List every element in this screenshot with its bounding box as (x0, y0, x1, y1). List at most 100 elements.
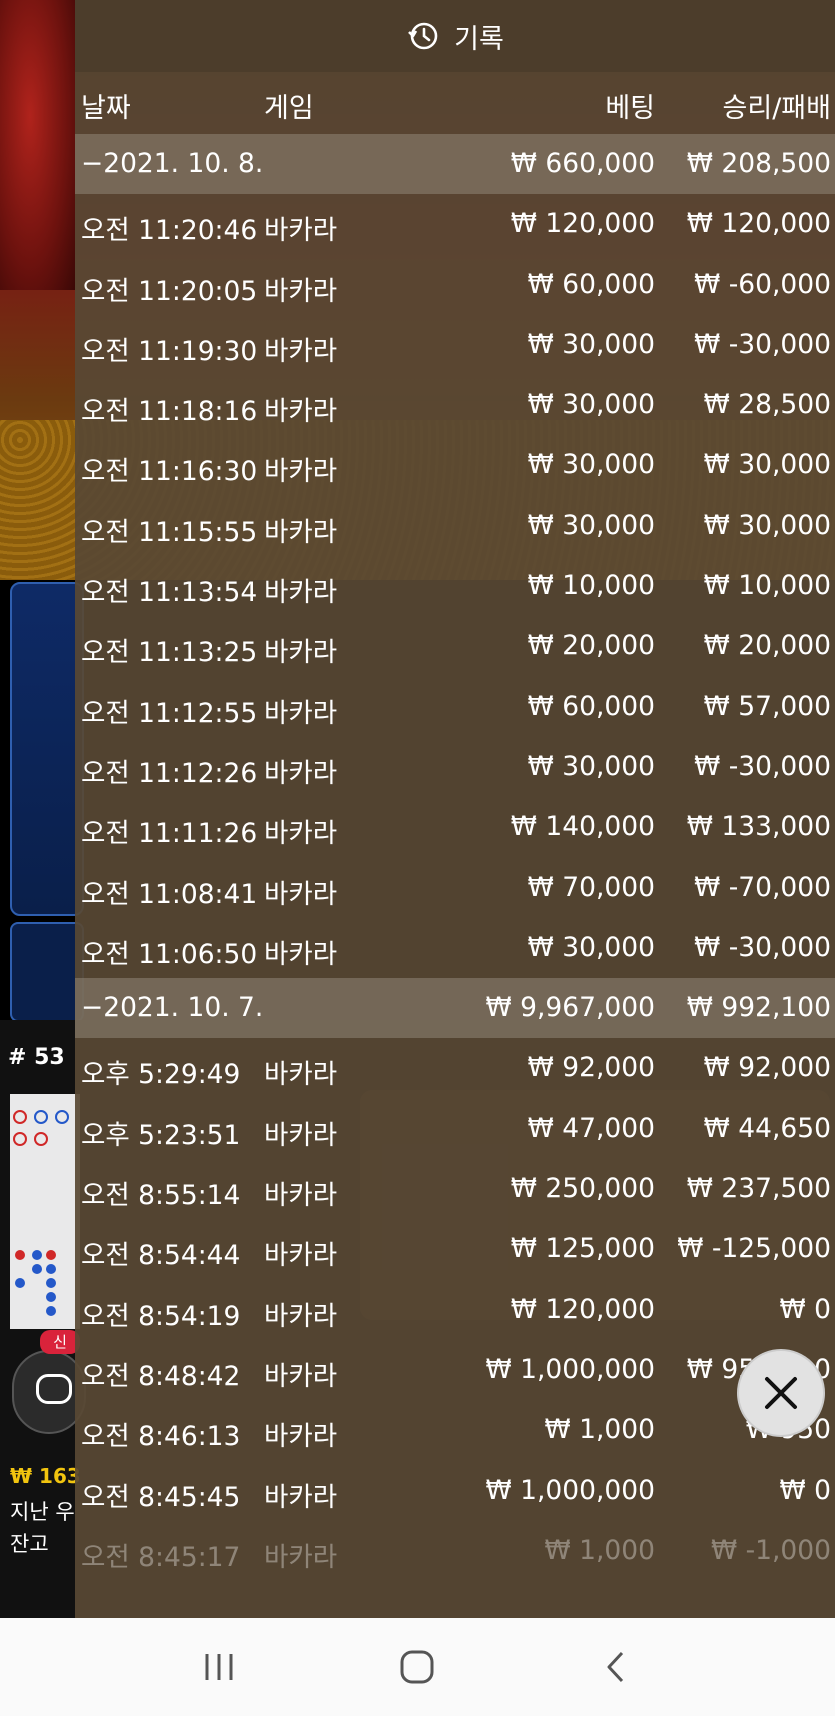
row-date: −2021. 10. 8. (81, 148, 264, 179)
row-game: 바카라 (264, 637, 338, 669)
dealer-video (0, 0, 75, 290)
row-bet: ₩ 9,967,000 (485, 992, 656, 1024)
row-bet: ₩ 140,000 (510, 811, 655, 843)
history-row: 오후 5:29:49 바카라 ₩ 92,000 ₩ 92,000 (75, 1038, 835, 1098)
row-date: 오전 11:18:16 (81, 396, 258, 428)
row-bet: ₩ 120,000 (510, 208, 655, 240)
row-game: 바카라 (264, 697, 338, 729)
row-bet: ₩ 1,000 (544, 1414, 656, 1446)
row-game: 바카라 (264, 335, 338, 367)
row-win: ₩ 30,000 (703, 509, 831, 541)
row-date: 오전 11:13:54 (81, 577, 258, 609)
row-date: 오전 11:12:26 (81, 757, 258, 789)
back-icon (607, 1651, 623, 1683)
row-game: 바카라 (264, 757, 338, 789)
history-row: 오전 11:19:30 바카라 ₩ 30,000 ₩ -30,000 (75, 315, 835, 375)
row-bet: ₩ 1,000,000 (485, 1353, 656, 1385)
row-win: ₩ 237,500 (686, 1173, 831, 1205)
history-list[interactable]: −2021. 10. 8. ₩ 660,000 ₩ 208,500 오전 11:20:… (75, 134, 835, 1581)
row-game: 바카라 (264, 1360, 338, 1392)
row-win: ₩ 0 (779, 1474, 832, 1506)
history-row: 오전 11:06:50 바카라 ₩ 30,000 ₩ -30,000 (75, 918, 835, 978)
close-button[interactable] (737, 1349, 825, 1437)
remain-label: 잔고 (10, 1532, 49, 1556)
row-date: 오전 11:06:50 (81, 938, 258, 970)
row-bet: ₩ 125,000 (510, 1233, 655, 1265)
row-date: −2021. 10. 7. (81, 992, 264, 1024)
balance-amount: ₩ 163 (10, 1464, 81, 1488)
history-row: 오전 11:12:26 바카라 ₩ 30,000 ₩ -30,000 (75, 737, 835, 797)
row-bet: ₩ 60,000 (527, 690, 655, 722)
row-date: 오전 8:46:13 (81, 1421, 241, 1453)
row-game: 바카라 (264, 938, 338, 970)
row-date: 오전 11:19:30 (81, 335, 258, 367)
row-game: 바카라 (264, 1421, 338, 1453)
row-bet: ₩ 30,000 (527, 750, 655, 782)
row-game: 바카라 (264, 1240, 338, 1272)
history-row: 오전 11:11:26 바카라 ₩ 140,000 ₩ 133,000 (75, 797, 835, 857)
row-date: 오전 11:16:30 (81, 456, 258, 488)
history-row: 오전 8:54:44 바카라 ₩ 125,000 ₩ -125,000 (75, 1219, 835, 1279)
row-bet: ₩ 70,000 (527, 871, 655, 903)
history-title: 기록 (454, 23, 504, 55)
player-bet-area[interactable] (10, 582, 84, 916)
row-game: 바카라 (264, 1119, 338, 1151)
row-game: 바카라 (264, 396, 338, 428)
row-date: 오전 8:55:14 (81, 1180, 241, 1212)
row-game: 바카라 (264, 818, 338, 850)
history-row: 오전 11:20:46 바카라 ₩ 120,000 ₩ 120,000 (75, 194, 835, 254)
row-date: 오전 11:12:55 (81, 697, 258, 729)
row-date: 오전 8:45:17 (81, 1541, 241, 1573)
date-group-row[interactable]: −2021. 10. 7. ₩ 9,967,000 ₩ 992,100 (75, 978, 835, 1039)
row-game: 바카라 (264, 456, 338, 488)
close-icon (765, 1377, 797, 1409)
history-row: 오전 11:16:30 바카라 ₩ 30,000 ₩ 30,000 (75, 435, 835, 495)
row-win: ₩ 208,500 (686, 148, 831, 179)
last-label: 지난 우 (10, 1500, 75, 1524)
row-win: ₩ 0 (779, 1293, 832, 1325)
row-win: ₩ -125,000 (677, 1233, 831, 1265)
row-bet: ₩ 250,000 (510, 1173, 655, 1205)
back-button[interactable] (586, 1637, 646, 1697)
chip-icon (36, 1374, 72, 1404)
bet-area-secondary[interactable] (10, 922, 84, 1022)
history-row: 오전 11:15:55 바카라 ₩ 30,000 ₩ 30,000 (75, 496, 835, 556)
column-bet: 베팅 (605, 93, 655, 124)
row-date: 오전 8:48:42 (81, 1360, 241, 1392)
row-game: 바카라 (264, 1180, 338, 1212)
column-date: 날짜 (81, 93, 131, 124)
row-win: ₩ 30,000 (703, 449, 831, 481)
home-button[interactable] (387, 1637, 447, 1697)
row-date: 오전 11:08:41 (81, 878, 258, 910)
row-date: 오전 8:54:44 (81, 1240, 241, 1272)
home-icon (400, 1650, 434, 1684)
row-game: 바카라 (264, 1059, 338, 1091)
row-game: 바카라 (264, 1541, 338, 1573)
history-icon (408, 22, 438, 50)
history-row: 오전 11:13:25 바카라 ₩ 20,000 ₩ 20,000 (75, 616, 835, 676)
row-bet: ₩ 92,000 (527, 1052, 655, 1084)
row-bet: ₩ 120,000 (510, 1293, 655, 1325)
row-bet: ₩ 1,000 (544, 1534, 656, 1566)
recent-apps-button[interactable] (189, 1637, 249, 1697)
row-win: ₩ 10,000 (703, 570, 831, 602)
history-row: 오전 8:48:42바카라₩ 1,000,000₩ 950,000 (75, 1340, 835, 1400)
row-game: 바카라 (264, 215, 338, 247)
row-date: 오전 11:20:05 (81, 275, 258, 307)
row-win: ₩ 44,650 (703, 1112, 831, 1144)
new-badge: 신 (40, 1330, 80, 1354)
row-date: 오전 11:13:25 (81, 637, 258, 669)
row-win: ₩ 20,000 (703, 630, 831, 662)
column-header: 날짜 게임 베팅 승리/패배 (75, 72, 835, 134)
history-row: 오전 11:18:16 바카라 ₩ 30,000 ₩ 28,500 (75, 375, 835, 435)
row-game: 바카라 (264, 878, 338, 910)
history-row: 오전 8:55:14 바카라 ₩ 250,000 ₩ 237,500 (75, 1159, 835, 1219)
row-bet: ₩ 1,000,000 (485, 1474, 656, 1506)
row-bet: ₩ 60,000 (527, 268, 655, 300)
date-group-row[interactable]: −2021. 10. 8. ₩ 660,000 ₩ 208,500 (75, 134, 835, 195)
row-bet: ₩ 30,000 (527, 389, 655, 421)
row-date: 오전 11:15:55 (81, 516, 258, 548)
row-win: ₩ 92,000 (703, 1052, 831, 1084)
column-game: 게임 (264, 93, 314, 124)
row-date: 오전 11:11:26 (81, 818, 258, 850)
